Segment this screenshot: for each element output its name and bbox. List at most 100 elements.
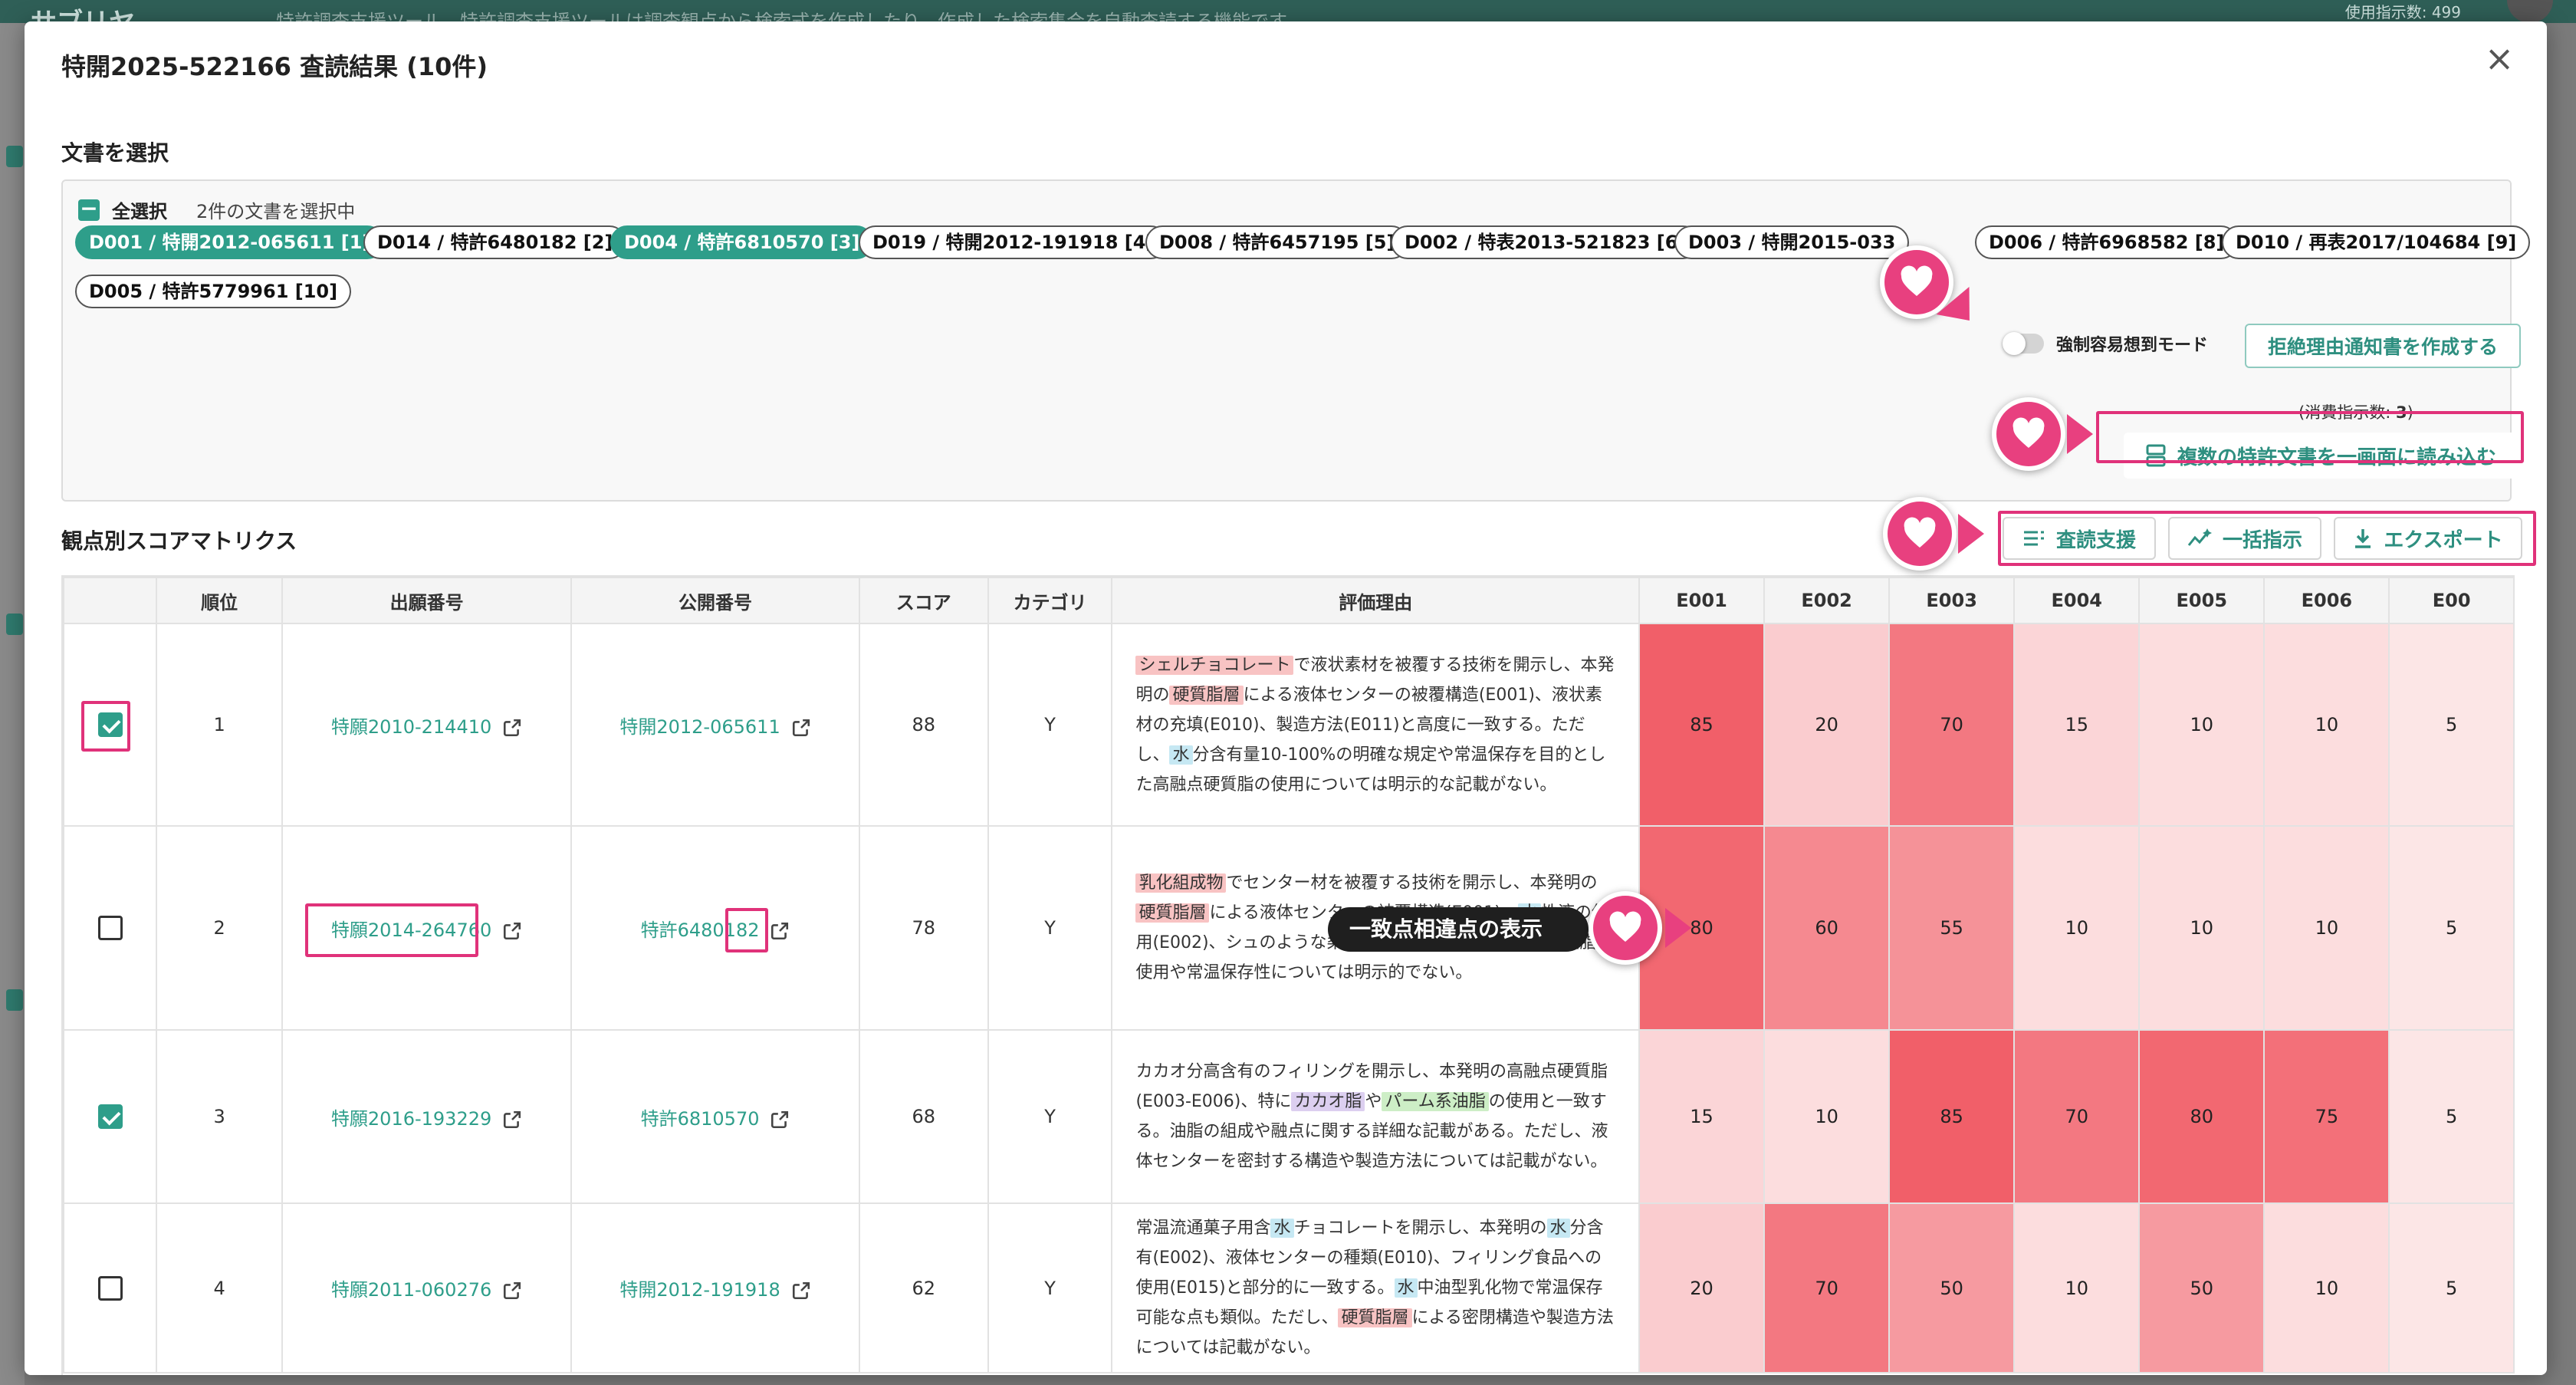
- reason-keyword: 水: [1394, 1278, 1418, 1298]
- app-no-link[interactable]: 特願2014-264760: [331, 919, 491, 941]
- column-header: 順位: [156, 577, 283, 624]
- external-link-icon[interactable]: [780, 716, 811, 738]
- element-column-header: E003: [1888, 577, 2016, 624]
- document-chip[interactable]: D006 / 特許6968582 [8]: [1975, 225, 2239, 259]
- element-score-cell: 50: [1888, 1202, 2016, 1373]
- app-no-link[interactable]: 特願2010-214410: [331, 716, 491, 738]
- heart-pointer: [1958, 514, 1984, 554]
- background-sidebar: [0, 23, 25, 1385]
- select-all[interactable]: − 全選択 2件の文書を選択中: [78, 196, 355, 223]
- pub-no-cell: 特開2012-065611: [570, 623, 860, 827]
- reason-keyword: 水: [1546, 1219, 1570, 1238]
- row-select-cell: [63, 623, 158, 827]
- bulk-instruct-label: 一括指示: [2222, 528, 2302, 552]
- multi-load-label: 複数の特許文書を一画面に読み込む: [2177, 446, 2496, 469]
- sidebar-mark: [6, 614, 23, 635]
- element-score-cell: 85: [1888, 1029, 2016, 1204]
- table-row: 3 特願2016-193229 特許6810570 68 Y カカオ分高含有のフィリングを…: [63, 1029, 2515, 1204]
- document-chip[interactable]: D004 / 特許6810570 [3]: [610, 225, 874, 259]
- external-link-icon[interactable]: [780, 1279, 811, 1301]
- element-score-cell: 70: [2013, 1029, 2141, 1204]
- multi-load-button[interactable]: 複数の特許文書を一画面に読み込む: [2124, 433, 2518, 479]
- external-link-icon[interactable]: [491, 716, 522, 738]
- review-support-button[interactable]: 査読支援: [2003, 517, 2156, 560]
- reason-keyword: 硬質脂層: [1169, 685, 1244, 705]
- rank-cell: 4: [156, 1202, 283, 1373]
- review-support-label: 査読支援: [2055, 528, 2136, 552]
- reason-keyword: 水: [1169, 745, 1193, 765]
- row-checkbox[interactable]: [97, 1104, 123, 1129]
- app-header: サブリヤ 特許調査支援ツール 特許調査支援ツールは調査観点から検索式を作成したり…: [0, 0, 2576, 38]
- reason-text: 常温流通菓子用含: [1135, 1219, 1271, 1238]
- element-score-cell: 10: [2263, 825, 2390, 1031]
- element-score-cell: 20: [1763, 623, 1891, 827]
- element-score-cell: 20: [1638, 1202, 1766, 1373]
- external-link-icon[interactable]: [759, 1108, 790, 1130]
- external-link-icon[interactable]: [491, 1108, 522, 1130]
- element-score-cell: 85: [1638, 623, 1766, 827]
- score-cell: 78: [858, 825, 989, 1031]
- pub-no-link[interactable]: 特許6480182: [641, 919, 760, 941]
- create-rejection-button[interactable]: 拒絶理由通知書を作成する: [2245, 324, 2521, 368]
- create-rejection-label: 拒絶理由通知書を作成する: [2267, 336, 2498, 358]
- row-checkbox[interactable]: [97, 916, 123, 940]
- table-row: 1 特願2010-214410 特開2012-065611 88 Y シェルチョコレートで…: [63, 623, 2515, 827]
- indeterminate-checkbox[interactable]: −: [78, 197, 100, 221]
- reason-keyword: 硬質脂層: [1338, 1308, 1412, 1327]
- element-score-cell: 10: [2263, 623, 2390, 827]
- app-no-cell: 特願2011-060276: [281, 1202, 573, 1373]
- element-score-cell: 5: [2388, 825, 2515, 1031]
- app-no-link[interactable]: 特願2016-193229: [331, 1108, 491, 1130]
- category-cell: Y: [987, 623, 1113, 827]
- row-checkbox[interactable]: [97, 1275, 123, 1301]
- document-chip[interactable]: D003 / 特開2015-033: [1674, 225, 1910, 259]
- document-chip[interactable]: D014 / 特許6480182 [2]: [363, 225, 627, 259]
- avatar[interactable]: [2507, 0, 2553, 23]
- score-matrix-table: 順位 出願番号 公開番号 スコア カテゴリ 評価理由 E001 E002 E003 E004 E00…: [61, 575, 2515, 1375]
- app-no-link[interactable]: 特願2011-060276: [331, 1279, 491, 1301]
- element-score-cell: 10: [2263, 1202, 2390, 1373]
- close-button[interactable]: ×: [2482, 41, 2516, 77]
- pub-no-link[interactable]: 特開2012-191918: [619, 1279, 780, 1301]
- table-row: 2 特願2014-264760 特許6480182 78 Y 乳化組成物 でセンター材を被覆…: [63, 825, 2515, 1031]
- select-all-label: 全選択: [112, 201, 167, 222]
- column-header: 公開番号: [570, 577, 860, 624]
- pub-no-link[interactable]: 特許6810570: [641, 1108, 760, 1130]
- rank-cell: 1: [156, 623, 283, 827]
- score-cell: 62: [858, 1202, 989, 1373]
- document-chip[interactable]: D019 / 特開2012-191918 [4]: [859, 225, 1168, 259]
- external-link-icon[interactable]: [759, 919, 790, 941]
- export-button[interactable]: エクスポート: [2334, 517, 2522, 560]
- bulk-instruct-button[interactable]: 一括指示: [2168, 517, 2321, 560]
- selected-count: 2件の文書を選択中: [196, 201, 356, 222]
- row-checkbox[interactable]: [97, 712, 123, 737]
- document-chip[interactable]: D010 / 再表2017/104684 [9]: [2222, 225, 2531, 259]
- element-score-cell: 75: [2263, 1029, 2390, 1204]
- column-header: カテゴリ: [987, 577, 1113, 624]
- sidebar-mark: [6, 989, 23, 1011]
- heart-icon: [1992, 397, 2065, 471]
- external-link-icon[interactable]: [491, 1279, 522, 1301]
- element-column-header: E002: [1763, 577, 1891, 624]
- list-icon: [2023, 531, 2044, 546]
- mode-toggle-row[interactable]: 強制容易想到モード: [2003, 331, 2208, 356]
- document-chip[interactable]: D005 / 特許5779961 [10]: [75, 275, 352, 308]
- reason-keyword: 乳化組成物: [1135, 873, 1227, 893]
- element-score-cell: 15: [1638, 1029, 1766, 1204]
- document-chip[interactable]: D001 / 特開2012-065611 [1]: [75, 225, 385, 259]
- document-chip[interactable]: D008 / 特許6457195 [5]: [1145, 225, 1409, 259]
- score-matrix-title: 観点別スコアマトリクス: [61, 528, 297, 554]
- download-icon: [2355, 529, 2371, 548]
- pub-no-link[interactable]: 特開2012-065611: [619, 716, 780, 738]
- element-score-cell: 10: [1763, 1029, 1891, 1204]
- document-chip[interactable]: D002 / 特表2013-521823 [6]: [1391, 225, 1700, 259]
- heart-icon: [1589, 891, 1662, 965]
- column-header: 出願番号: [281, 577, 573, 624]
- column-header: スコア: [858, 577, 989, 624]
- mode-toggle[interactable]: [2003, 332, 2044, 355]
- column-header: 評価理由: [1111, 577, 1640, 624]
- modal-title: 特開2025-522166 査読結果 (10件): [61, 52, 488, 81]
- external-link-icon[interactable]: [491, 919, 522, 941]
- quota-label: 使用指示数: 499: [2344, 3, 2461, 21]
- row-select-cell: [63, 825, 158, 1031]
